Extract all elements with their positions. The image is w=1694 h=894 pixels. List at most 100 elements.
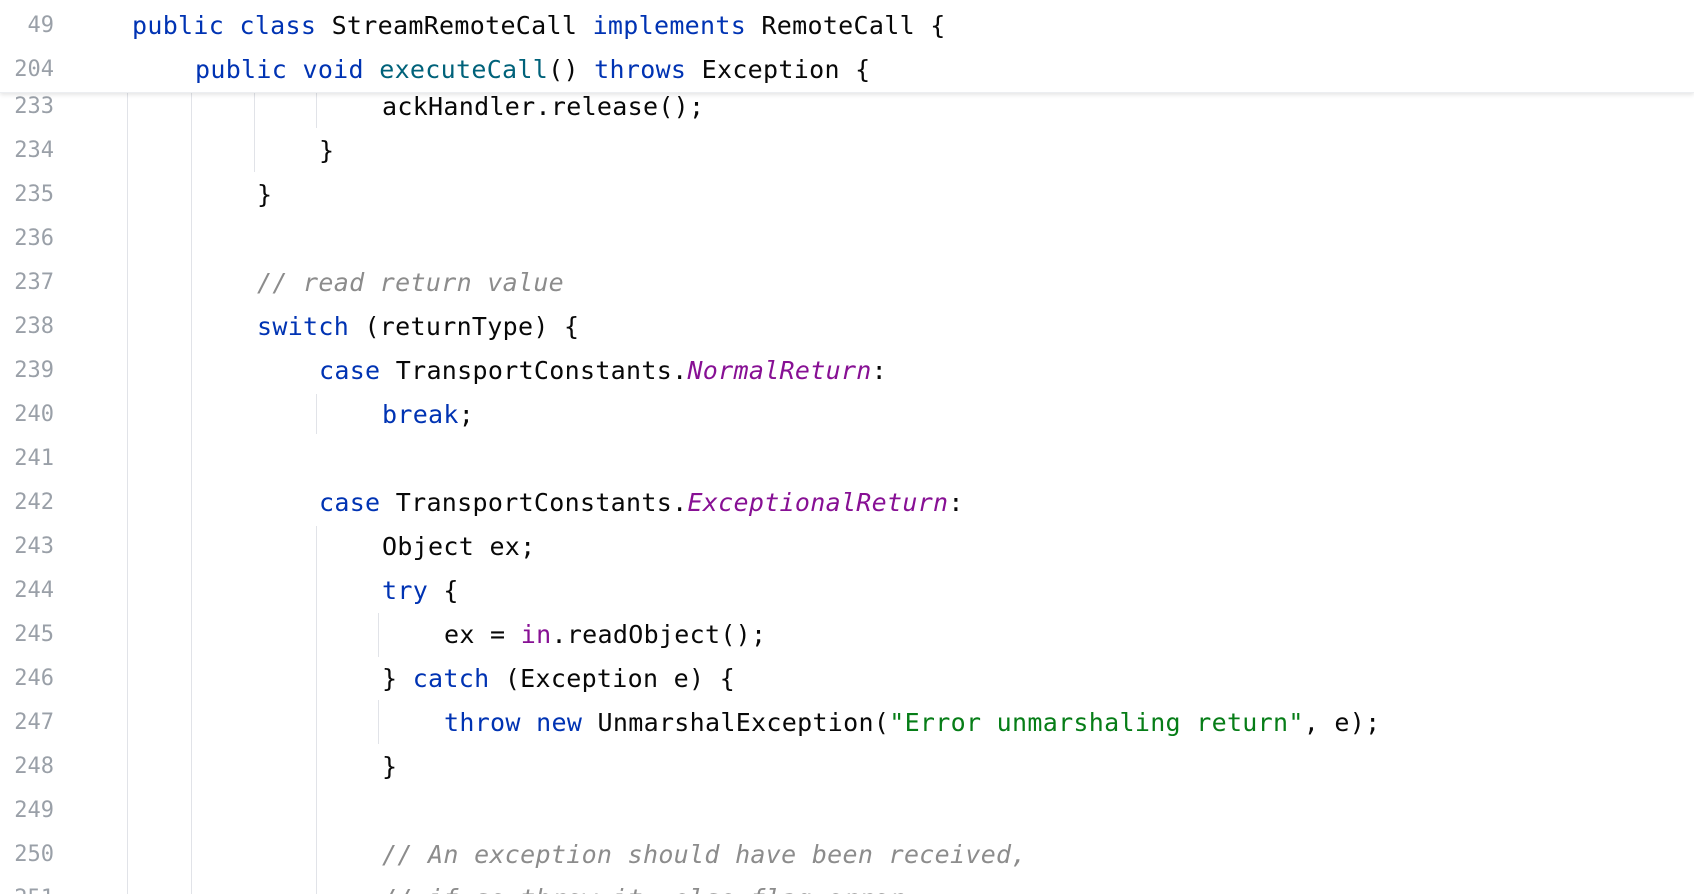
keyword-token: case	[319, 356, 381, 385]
code-token: (returnType) {	[349, 312, 580, 341]
code-token: UnmarshalException(	[582, 708, 890, 737]
line-number: 49	[27, 13, 55, 38]
line-number: 250	[14, 842, 54, 867]
keyword-token: public	[195, 55, 288, 84]
code-token: Object ex;	[382, 532, 536, 561]
line-number: 242	[14, 490, 54, 515]
line-number: 240	[14, 402, 54, 427]
keyword-token: new	[536, 708, 583, 737]
code-editor[interactable]: 49 public class StreamRemoteCall impleme…	[0, 0, 1694, 894]
code-token: (Exception e) {	[489, 664, 736, 693]
line-number: 235	[14, 182, 54, 207]
line-number: 204	[14, 57, 54, 82]
sticky-scroll-header[interactable]: 49 public class StreamRemoteCall impleme…	[0, 0, 1694, 93]
string-literal-token: "Error unmarshaling return"	[889, 708, 1304, 737]
static-field-token: ExceptionalReturn	[687, 488, 949, 517]
sticky-line[interactable]: 204 public void executeCall() throws Exc…	[0, 48, 1694, 92]
code-line[interactable]: 248 }	[0, 745, 1694, 789]
field-token: in	[520, 620, 552, 649]
code-token: TransportConstants.	[380, 356, 688, 385]
code-line[interactable]: 238 switch (returnType) {	[0, 305, 1694, 349]
keyword-token: class	[239, 11, 317, 40]
line-number: 238	[14, 314, 54, 339]
line-number: 239	[14, 358, 54, 383]
code-line[interactable]: 247 throw new UnmarshalException("Error …	[0, 701, 1694, 745]
keyword-token: case	[319, 488, 381, 517]
static-field-token: NormalReturn	[687, 356, 872, 385]
code-line[interactable]: 251 // if so throw it, else flag error	[0, 877, 1694, 894]
code-token: .readObject();	[551, 620, 767, 649]
code-line[interactable]: 235 }	[0, 173, 1694, 217]
code-token: :	[948, 488, 964, 517]
code-token: }	[257, 180, 273, 209]
keyword-token: switch	[257, 312, 350, 341]
code-text: // if so throw it, else flag error	[382, 877, 904, 894]
keyword-token: catch	[412, 664, 490, 693]
code-text: // read return value	[257, 261, 564, 305]
code-text: }	[382, 745, 397, 789]
code-token: RemoteCall {	[746, 11, 946, 40]
sticky-line[interactable]: 49 public class StreamRemoteCall impleme…	[0, 4, 1694, 48]
comment-token: // An exception should have been receive…	[382, 840, 1027, 869]
code-token: {	[428, 576, 459, 605]
code-token: TransportConstants.	[380, 488, 688, 517]
code-line[interactable]: 250 // An exception should have been rec…	[0, 833, 1694, 877]
keyword-token: void	[302, 55, 364, 84]
code-token: }	[382, 664, 413, 693]
code-text: try {	[382, 569, 459, 613]
line-number: 249	[14, 798, 54, 823]
code-token: ;	[458, 400, 475, 429]
code-line[interactable]: 242 case TransportConstants.ExceptionalR…	[0, 481, 1694, 525]
code-line[interactable]: 234 }	[0, 129, 1694, 173]
code-text: // An exception should have been receive…	[382, 833, 1027, 877]
code-line[interactable]: 240 break;	[0, 393, 1694, 437]
code-token: }	[382, 752, 398, 781]
code-text: switch (returnType) {	[257, 305, 579, 349]
code-text: case TransportConstants.ExceptionalRetur…	[319, 481, 964, 525]
code-text: } catch (Exception e) {	[382, 657, 735, 701]
code-text: }	[257, 173, 272, 217]
code-token: ex =	[444, 620, 521, 649]
code-line[interactable]: 246 } catch (Exception e) {	[0, 657, 1694, 701]
line-number: 234	[14, 138, 54, 163]
code-token: Exception {	[686, 55, 871, 84]
keyword-token: implements	[592, 11, 747, 40]
line-number: 236	[14, 226, 54, 251]
line-number: 243	[14, 534, 54, 559]
code-token: ()	[548, 55, 595, 84]
method-name-token: executeCall	[379, 55, 549, 84]
keyword-token: public	[132, 11, 225, 40]
line-number: 247	[14, 710, 54, 735]
code-line[interactable]: 249	[0, 789, 1694, 833]
code-line[interactable]: 243 Object ex;	[0, 525, 1694, 569]
code-line[interactable]: 244 try {	[0, 569, 1694, 613]
keyword-token: throws	[594, 55, 687, 84]
code-line[interactable]: 241	[0, 437, 1694, 481]
keyword-token: break	[382, 400, 459, 429]
code-token: ackHandler.release();	[382, 92, 705, 121]
code-line[interactable]: 236	[0, 217, 1694, 261]
code-token: :	[871, 356, 888, 385]
code-text: break;	[382, 393, 474, 437]
code-line[interactable]: 239 case TransportConstants.NormalReturn…	[0, 349, 1694, 393]
code-text: public void executeCall() throws Excepti…	[195, 48, 871, 92]
keyword-token: throw	[444, 708, 521, 737]
code-text: Object ex;	[382, 525, 536, 569]
keyword-token: try	[382, 576, 429, 605]
code-token: , e);	[1303, 708, 1381, 737]
code-token: StreamRemoteCall	[316, 11, 593, 40]
line-number: 244	[14, 578, 54, 603]
line-number: 241	[14, 446, 54, 471]
line-number: 237	[14, 270, 54, 295]
code-text: case TransportConstants.NormalReturn:	[319, 349, 887, 393]
code-line[interactable]: 237 // read return value	[0, 261, 1694, 305]
code-line[interactable]: 245 ex = in.readObject();	[0, 613, 1694, 657]
line-number: 245	[14, 622, 54, 647]
comment-token: // if so throw it, else flag error	[382, 884, 904, 894]
line-number: 246	[14, 666, 54, 691]
code-text: public class StreamRemoteCall implements…	[132, 4, 946, 48]
